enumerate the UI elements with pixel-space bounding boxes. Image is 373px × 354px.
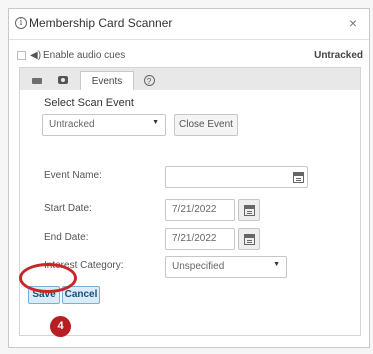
end-date-input[interactable]: 7/21/2022 — [165, 228, 235, 250]
end-date-value: 7/21/2022 — [172, 233, 217, 244]
scan-event-value: Untracked — [49, 119, 95, 130]
help-icon: ? — [143, 75, 155, 86]
tab-card[interactable] — [26, 71, 48, 92]
audio-cues-checkbox[interactable] — [17, 51, 26, 60]
camera-icon — [58, 76, 68, 84]
dialog-title: Membership Card Scanner — [29, 16, 173, 30]
tracking-status: Untracked — [314, 50, 363, 61]
interest-category-label: Interest Category: — [44, 260, 124, 271]
dialog-titlebar: i Membership Card Scanner × — [9, 9, 369, 40]
close-icon[interactable]: × — [349, 15, 357, 31]
step-number-badge: 4 — [50, 316, 71, 337]
audio-cues-label: Enable audio cues — [43, 50, 126, 61]
start-date-picker-button[interactable] — [238, 199, 260, 221]
start-date-input[interactable]: 7/21/2022 — [165, 199, 235, 221]
tab-help[interactable]: ? — [138, 71, 160, 92]
tab-strip: Events ? — [19, 67, 361, 92]
start-date-label: Start Date: — [44, 203, 92, 214]
events-panel: Select Scan Event Untracked ▼ Close Even… — [19, 90, 361, 336]
end-date-label: End Date: — [44, 232, 89, 243]
chevron-down-icon: ▼ — [152, 119, 159, 126]
cancel-button[interactable]: Cancel — [62, 286, 100, 304]
event-name-label: Event Name: — [44, 170, 102, 181]
end-date-picker-button[interactable] — [238, 228, 260, 250]
chevron-down-icon: ▼ — [273, 261, 280, 268]
event-name-input[interactable] — [165, 166, 308, 188]
interest-category-value: Unspecified — [172, 261, 225, 272]
audio-cues-row: ◀) Enable audio cues Untracked — [9, 47, 369, 65]
close-event-button[interactable]: Close Event — [174, 114, 238, 136]
start-date-value: 7/21/2022 — [172, 204, 217, 215]
tab-events[interactable]: Events — [80, 71, 134, 92]
scan-event-select[interactable]: Untracked ▼ — [42, 114, 166, 136]
save-button[interactable]: Save — [28, 286, 60, 304]
calendar-icon — [244, 205, 255, 216]
info-icon[interactable]: i — [15, 17, 27, 29]
card-icon — [32, 78, 42, 84]
calendar-icon — [244, 234, 255, 245]
tab-camera[interactable] — [52, 71, 74, 92]
membership-card-scanner-dialog: i Membership Card Scanner × ◀) Enable au… — [8, 8, 370, 348]
select-scan-event-label: Select Scan Event — [44, 97, 134, 109]
interest-category-select[interactable]: Unspecified ▼ — [165, 256, 287, 278]
list-icon[interactable] — [293, 172, 304, 183]
speaker-icon: ◀) — [30, 50, 42, 61]
